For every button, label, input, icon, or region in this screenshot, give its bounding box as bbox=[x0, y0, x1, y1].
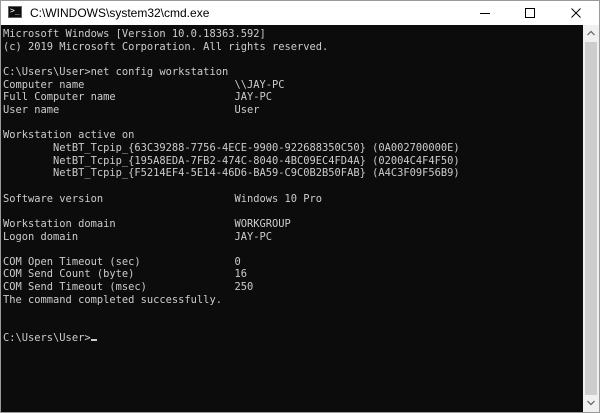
scrollbar-thumb[interactable] bbox=[585, 42, 597, 395]
chevron-down-icon bbox=[587, 400, 595, 406]
close-icon bbox=[571, 8, 581, 18]
console-line: Logon domain JAY-PC bbox=[3, 230, 272, 243]
console-line: Software version Windows 10 Pro bbox=[3, 192, 323, 205]
console-area[interactable]: Microsoft Windows [Version 10.0.18363.59… bbox=[1, 25, 583, 412]
console-line: NetBT_Tcpip_{63C39288-7756-4ECE-9900-922… bbox=[3, 141, 460, 154]
chevron-up-icon bbox=[587, 30, 595, 36]
cmd-window: >_ C:\WINDOWS\system32\cmd.exe Microsoft… bbox=[0, 0, 600, 413]
console-line: Workstation domain WORKGROUP bbox=[3, 217, 291, 230]
console-line: Full Computer name JAY-PC bbox=[3, 91, 272, 104]
console-line: C:\Users\User> bbox=[3, 331, 91, 344]
console-line: COM Send Timeout (msec) 250 bbox=[3, 281, 254, 294]
minimize-icon bbox=[480, 13, 490, 14]
cmd-icon[interactable]: >_ bbox=[8, 6, 22, 18]
console-line: COM Send Count (byte) 16 bbox=[3, 268, 247, 281]
console-line: User name User bbox=[3, 103, 260, 116]
title-bar[interactable]: >_ C:\WINDOWS\system32\cmd.exe bbox=[1, 1, 599, 25]
console-line: Computer name \\JAY-PC bbox=[3, 78, 285, 91]
text-cursor bbox=[90, 338, 97, 341]
minimize-button[interactable] bbox=[462, 1, 508, 25]
console-line: COM Open Timeout (sec) 0 bbox=[3, 255, 241, 268]
console-line: NetBT_Tcpip_{195A8EDA-7FB2-474C-8040-4BC… bbox=[3, 154, 460, 167]
window-title: C:\WINDOWS\system32\cmd.exe bbox=[30, 6, 210, 20]
console-output: Microsoft Windows [Version 10.0.18363.59… bbox=[3, 28, 460, 344]
console-line: The command completed successfully. bbox=[3, 293, 222, 306]
console-line: C:\Users\User>net config workstation bbox=[3, 65, 229, 78]
console-line: (c) 2019 Microsoft Corporation. All righ… bbox=[3, 40, 329, 53]
console-line: Microsoft Windows [Version 10.0.18363.59… bbox=[3, 28, 266, 40]
maximize-button[interactable] bbox=[507, 1, 553, 25]
close-button[interactable] bbox=[553, 1, 599, 25]
console-line: NetBT_Tcpip_{F5214EF4-5E14-46D6-BA59-C9C… bbox=[3, 167, 460, 180]
scroll-up-button[interactable] bbox=[583, 25, 599, 42]
scroll-down-button[interactable] bbox=[583, 395, 599, 412]
maximize-icon bbox=[525, 8, 535, 18]
console-line: Workstation active on bbox=[3, 129, 135, 142]
vertical-scrollbar[interactable] bbox=[583, 25, 599, 412]
